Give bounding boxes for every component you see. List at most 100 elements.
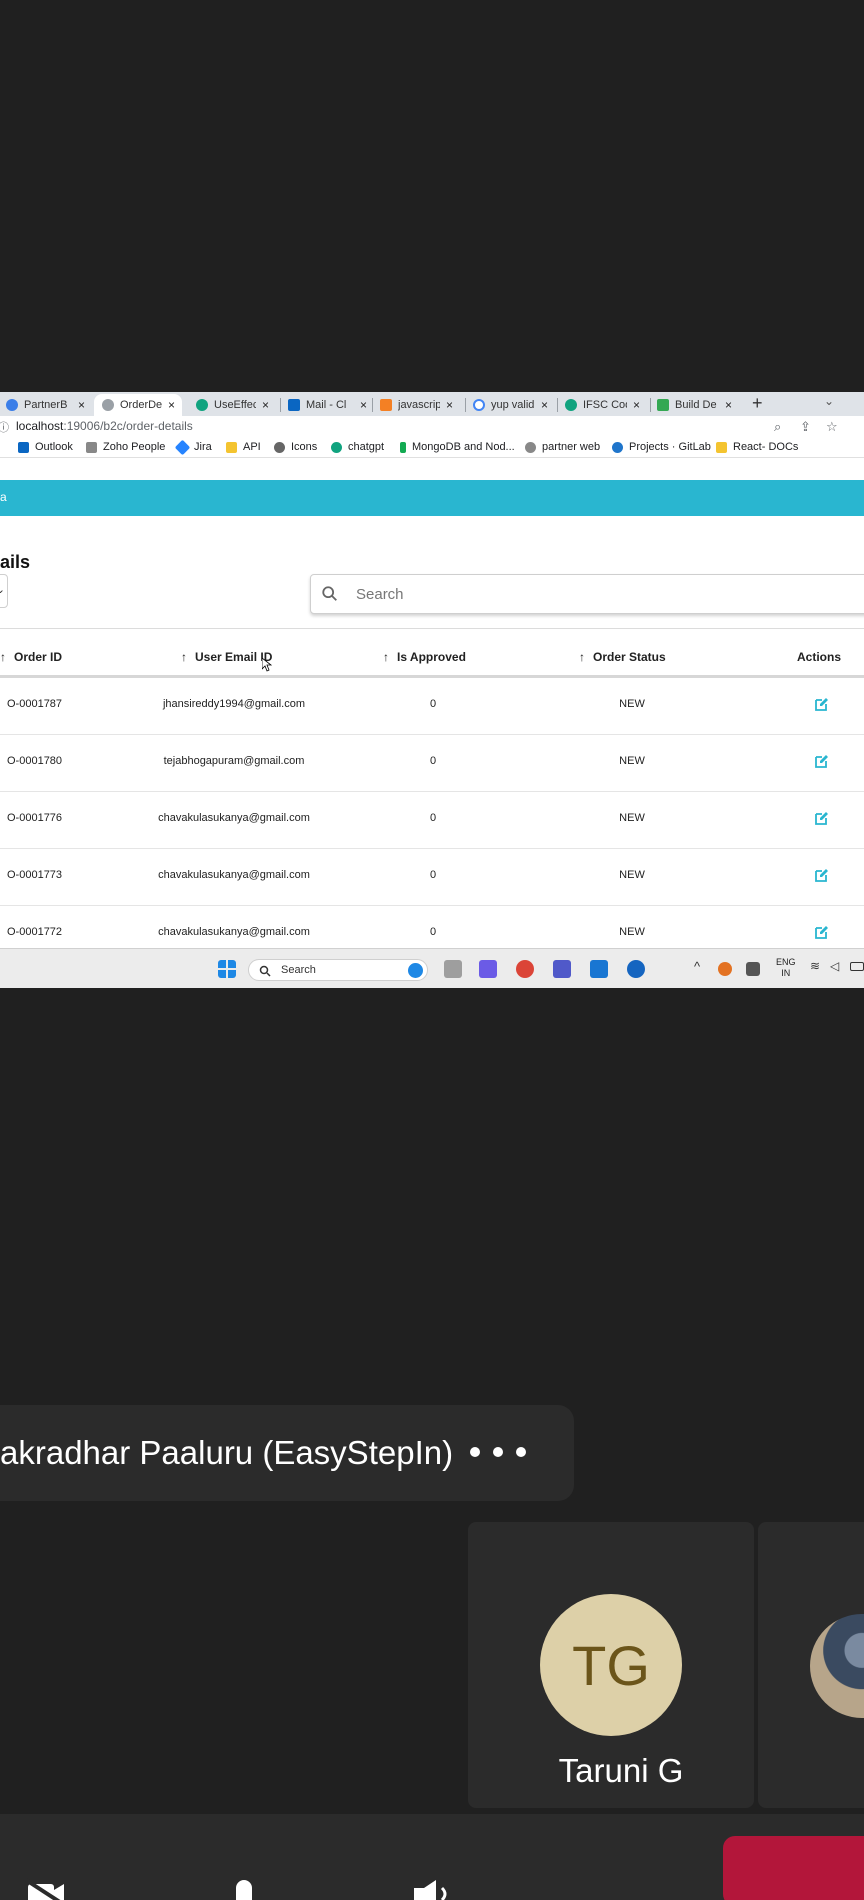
- participant-tile[interactable]: [758, 1522, 864, 1808]
- task-view-icon[interactable]: [444, 960, 462, 978]
- bookmark-gitlab[interactable]: Projects · GitLab: [612, 441, 711, 453]
- leave-call-button[interactable]: [723, 1836, 864, 1900]
- filter-select[interactable]: ⌄: [0, 574, 8, 608]
- taskbar-search[interactable]: Search: [248, 959, 428, 981]
- close-icon[interactable]: ×: [541, 398, 548, 412]
- bookmark-mongodb[interactable]: MongoDB and Nod...: [400, 441, 515, 453]
- mic-muted-icon[interactable]: [746, 962, 760, 976]
- address-bar[interactable]: ⓘ localhost:19006/b2c/order-details ⌕ ⇪ …: [0, 416, 864, 438]
- new-tab-button[interactable]: +: [752, 393, 763, 414]
- bookmark-partner-web[interactable]: partner web: [525, 441, 600, 453]
- site-info-icon[interactable]: ⓘ: [0, 419, 9, 435]
- browser-tab-active[interactable]: OrderDe ×: [94, 394, 182, 416]
- browser-tab[interactable]: IFSC Cod ×: [565, 394, 647, 416]
- browser-tab[interactable]: UseEffec ×: [196, 394, 278, 416]
- email-cell: chavakulasukanya@gmail.com: [158, 869, 310, 881]
- close-icon[interactable]: ×: [262, 398, 269, 412]
- browser-tab[interactable]: Mail - Cl ×: [288, 394, 370, 416]
- search-input[interactable]: [356, 584, 756, 604]
- table-row[interactable]: O-0001787 jhansireddy1994@gmail.com 0 NE…: [0, 678, 864, 735]
- column-header-order-status[interactable]: ↑ Order Status: [579, 650, 666, 664]
- zoom-icon[interactable]: ⌕: [774, 419, 781, 435]
- table-row[interactable]: O-0001780 tejabhogapuram@gmail.com 0 NEW: [0, 735, 864, 792]
- browser-tab[interactable]: Build De ×: [657, 394, 741, 416]
- url-text[interactable]: localhost:19006/b2c/order-details: [16, 419, 193, 433]
- chevron-up-icon[interactable]: ^: [694, 959, 700, 974]
- edit-icon[interactable]: [814, 810, 830, 826]
- column-header-order-id[interactable]: ↑ Order ID: [0, 650, 62, 664]
- bookmark-api[interactable]: API: [226, 441, 261, 453]
- camera-off-icon[interactable]: [24, 1878, 68, 1900]
- app-header-bar: a: [0, 480, 864, 516]
- jira-icon: [174, 439, 191, 455]
- speaker-icon[interactable]: [410, 1878, 454, 1900]
- tab-search-icon[interactable]: ⌄: [824, 394, 834, 408]
- status-cell: NEW: [619, 812, 645, 824]
- tab-separator: [372, 398, 373, 412]
- bookmark-label: Icons: [291, 441, 318, 453]
- language-indicator[interactable]: ENG IN: [776, 957, 796, 979]
- more-options-button[interactable]: [470, 1432, 526, 1472]
- browser-tab[interactable]: PartnerB ×: [6, 394, 88, 416]
- outlook-icon: [18, 441, 29, 453]
- teams-chat-icon[interactable]: [479, 960, 497, 978]
- participant-photo: [810, 1614, 864, 1718]
- status-cell: NEW: [619, 755, 645, 767]
- chevron-down-icon: ⌄: [0, 584, 5, 596]
- url-path: :19006/b2c/order-details: [63, 419, 193, 433]
- chrome-icon[interactable]: [516, 960, 534, 978]
- bookmark-outlook[interactable]: Outlook: [18, 441, 73, 453]
- tab-separator: [650, 398, 651, 412]
- vscode-icon[interactable]: [590, 960, 608, 978]
- wifi-icon[interactable]: ≋: [810, 959, 820, 973]
- column-header-user-email[interactable]: ↑ User Email ID: [181, 650, 272, 664]
- tab-label: UseEffec: [214, 399, 256, 411]
- presenter-name: akradhar Paaluru (EasyStepIn): [0, 1434, 454, 1471]
- column-header-actions: Actions: [797, 650, 841, 664]
- bookmark-label: Zoho People: [103, 441, 166, 453]
- tab-separator: [557, 398, 558, 412]
- tab-label: Mail - Cl: [306, 399, 347, 411]
- table-row[interactable]: O-0001773 chavakulasukanya@gmail.com 0 N…: [0, 849, 864, 906]
- bookmark-star-icon[interactable]: ☆: [826, 419, 838, 435]
- column-label: User Email ID: [195, 650, 273, 664]
- bookmark-chatgpt[interactable]: chatgpt: [331, 441, 384, 453]
- teams-icon[interactable]: [553, 960, 571, 978]
- close-icon[interactable]: ×: [168, 398, 175, 412]
- divider: [0, 628, 864, 629]
- close-icon[interactable]: ×: [360, 398, 367, 412]
- chatgpt-icon: [331, 441, 342, 453]
- edit-icon[interactable]: [814, 924, 830, 940]
- edit-icon[interactable]: [814, 753, 830, 769]
- sort-arrow-icon: ↑: [0, 650, 6, 664]
- browser-tab[interactable]: javascrip ×: [380, 394, 462, 416]
- bookmark-label: chatgpt: [348, 441, 385, 453]
- volume-icon[interactable]: ◁: [830, 959, 839, 973]
- microphone-icon[interactable]: [222, 1878, 266, 1900]
- bookmark-jira[interactable]: Jira: [174, 439, 212, 455]
- search-box[interactable]: [310, 574, 864, 614]
- sync-icon[interactable]: [718, 962, 732, 976]
- tab-label: yup valid: [491, 399, 535, 411]
- table-row[interactable]: O-0001776 chavakulasukanya@gmail.com 0 N…: [0, 792, 864, 849]
- email-cell: tejabhogapuram@gmail.com: [163, 755, 305, 767]
- close-icon[interactable]: ×: [78, 398, 85, 412]
- bookmark-icons[interactable]: Icons: [274, 441, 317, 453]
- close-icon[interactable]: ×: [725, 398, 732, 412]
- bookmark-label: MongoDB and Nod...: [412, 441, 515, 453]
- column-header-is-approved[interactable]: ↑ Is Approved: [383, 650, 466, 664]
- edit-icon[interactable]: [814, 696, 830, 712]
- order-id-cell: O-0001780: [7, 755, 63, 767]
- close-icon[interactable]: ×: [633, 398, 640, 412]
- windows-start-icon[interactable]: [218, 960, 236, 978]
- browser-tab[interactable]: yup valid ×: [473, 394, 555, 416]
- tab-favicon-icon: [102, 399, 114, 411]
- close-icon[interactable]: ×: [446, 398, 453, 412]
- edit-icon[interactable]: [814, 867, 830, 883]
- tab-label: OrderDe: [120, 399, 162, 411]
- bookmark-react-docs[interactable]: React- DOCs: [716, 441, 798, 453]
- share-icon[interactable]: ⇪: [800, 419, 811, 435]
- maps-icon[interactable]: [627, 960, 645, 978]
- bookmark-zoho[interactable]: Zoho People: [86, 441, 165, 453]
- region-code: IN: [781, 968, 791, 978]
